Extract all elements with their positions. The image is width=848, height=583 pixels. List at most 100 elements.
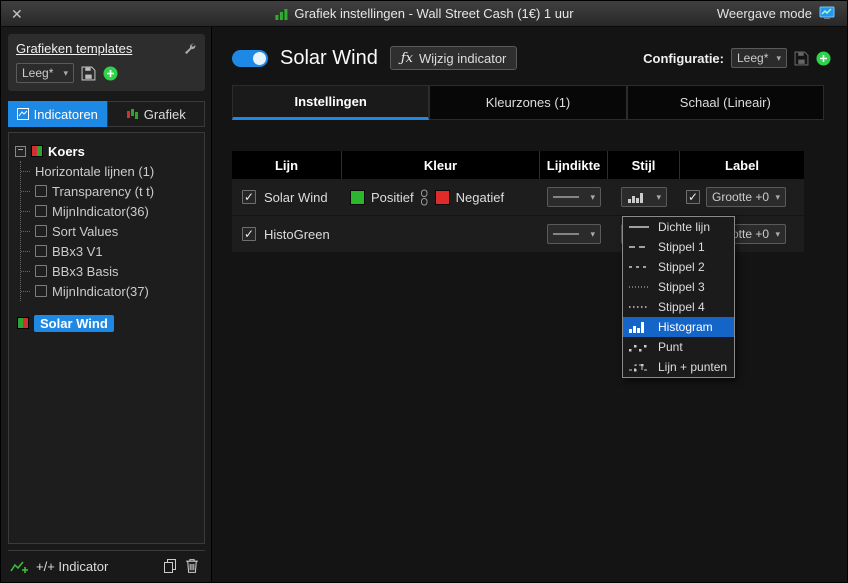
window-title-group: Grafiek instellingen - Wall Street Cash … bbox=[274, 6, 574, 21]
indicator-tree: − Koers Horizontale lijnen (1) Transpare… bbox=[8, 132, 205, 544]
header-lijn: Lijn bbox=[232, 151, 342, 179]
negative-color-swatch[interactable] bbox=[434, 189, 450, 205]
chevron-down-icon: ▾ bbox=[656, 191, 661, 202]
table-header: Lijn Kleur Lijndikte Stijl Label bbox=[232, 151, 804, 179]
tree-children: Horizontale lijnen (1) Transparency (t t… bbox=[20, 161, 198, 301]
trash-icon[interactable] bbox=[185, 558, 199, 574]
line-visible-checkbox[interactable]: ✓ bbox=[242, 227, 256, 241]
tree-item[interactable]: MijnIndicator(37) bbox=[21, 281, 198, 301]
menu-item-histogram[interactable]: Histogram bbox=[623, 317, 734, 337]
menu-item-dichte-lijn[interactable]: Dichte lijn bbox=[623, 217, 734, 237]
tree-item[interactable]: BBx3 Basis bbox=[21, 261, 198, 281]
tree-item-koers[interactable]: − Koers bbox=[15, 141, 198, 161]
chevron-down-icon: ▾ bbox=[776, 52, 781, 63]
dot2-line-icon bbox=[628, 303, 652, 311]
line-points-icon bbox=[628, 362, 652, 372]
header-lijndikte: Lijndikte bbox=[540, 151, 608, 179]
copy-icon[interactable] bbox=[163, 558, 178, 574]
checkbox[interactable] bbox=[35, 285, 47, 297]
add-indicator-label[interactable]: +/+ Indicator bbox=[36, 559, 108, 574]
add-template-icon[interactable] bbox=[103, 66, 118, 81]
configuration-group: Configuratie: Leeg* ▾ bbox=[643, 48, 831, 68]
configuration-select[interactable]: Leeg* ▾ bbox=[731, 48, 787, 68]
checkbox[interactable] bbox=[35, 205, 47, 217]
menu-item-stippel-4[interactable]: Stippel 4 bbox=[623, 297, 734, 317]
titlebar: ✕ Grafiek instellingen - Wall Street Cas… bbox=[1, 1, 847, 27]
histogram-icon bbox=[628, 192, 643, 203]
label-size-select[interactable]: Grootte +0 ▾ bbox=[706, 187, 786, 207]
checkbox[interactable] bbox=[35, 225, 47, 237]
checkbox[interactable] bbox=[35, 245, 47, 257]
tab-instellingen[interactable]: Instellingen bbox=[232, 85, 430, 120]
indicator-title: Solar Wind bbox=[280, 46, 378, 69]
histogram-icon bbox=[628, 321, 652, 333]
chevron-down-icon: ▾ bbox=[590, 191, 595, 202]
table-row: ✓ Solar Wind Positief Negatief ▾ ▾ ✓ Gro… bbox=[232, 179, 804, 216]
positive-color-swatch[interactable] bbox=[350, 189, 365, 205]
wrench-icon[interactable] bbox=[183, 42, 197, 56]
close-icon[interactable]: ✕ bbox=[11, 7, 23, 21]
line-width-select[interactable]: ▾ bbox=[547, 224, 601, 244]
tree-item[interactable]: Sort Values bbox=[21, 221, 198, 241]
checkbox[interactable] bbox=[35, 265, 47, 277]
indicator-chart-icon bbox=[16, 108, 29, 120]
points-icon bbox=[628, 342, 652, 352]
tree-item[interactable]: Horizontale lijnen (1) bbox=[21, 161, 198, 181]
chevron-down-icon: ▾ bbox=[63, 67, 68, 78]
line-style-menu: Dichte lijn Stippel 1 Stippel 2 Stippel … bbox=[622, 216, 735, 378]
chart-settings-dialog: ✕ Grafiek instellingen - Wall Street Cas… bbox=[0, 0, 848, 583]
edit-indicator-button[interactable]: ƒx Wijzig indicator bbox=[389, 46, 518, 70]
label-visible-checkbox[interactable]: ✓ bbox=[686, 190, 700, 204]
tree-item[interactable]: BBx3 V1 bbox=[21, 241, 198, 261]
line-visible-checkbox[interactable]: ✓ bbox=[242, 190, 256, 204]
positive-label: Positief bbox=[371, 189, 414, 205]
view-mode-group[interactable]: Weergave mode bbox=[717, 6, 837, 21]
view-mode-label: Weergave mode bbox=[716, 6, 812, 21]
header-label: Label bbox=[725, 157, 759, 173]
save-template-icon[interactable] bbox=[81, 66, 96, 81]
candles-icon bbox=[126, 108, 139, 120]
solar-wind-color-icon bbox=[17, 317, 29, 329]
chart-icon bbox=[274, 8, 288, 20]
tab-schaal[interactable]: Schaal (Lineair) bbox=[626, 85, 824, 120]
monitor-icon bbox=[819, 6, 837, 21]
line-style-select[interactable]: ▾ bbox=[621, 187, 667, 207]
dash-line-icon bbox=[628, 243, 652, 251]
negative-label: Negatief bbox=[455, 189, 505, 205]
line-name: Solar Wind bbox=[264, 189, 328, 205]
tree-item[interactable]: Transparency (t t) bbox=[21, 181, 198, 201]
collapse-icon[interactable]: − bbox=[15, 145, 26, 157]
tree-item-solar-wind[interactable]: Solar Wind bbox=[17, 313, 198, 333]
settings-tabs: Instellingen Kleurzones (1) Schaal (Line… bbox=[232, 85, 824, 120]
tab-kleurzones[interactable]: Kleurzones (1) bbox=[429, 85, 627, 120]
selected-indicator[interactable]: Solar Wind bbox=[34, 314, 114, 332]
menu-item-stippel-2[interactable]: Stippel 2 bbox=[623, 257, 734, 277]
sidebar-footer: +/+ Indicator bbox=[8, 550, 205, 576]
chevron-down-icon: ▾ bbox=[775, 228, 780, 239]
indicator-toggle[interactable] bbox=[232, 49, 268, 67]
tab-grafiek[interactable]: Grafiek bbox=[106, 101, 205, 127]
template-select[interactable]: Leeg* ▾ bbox=[16, 63, 74, 83]
line-width-select[interactable]: ▾ bbox=[547, 187, 601, 207]
menu-item-stippel-3[interactable]: Stippel 3 bbox=[623, 277, 734, 297]
menu-item-stippel-1[interactable]: Stippel 1 bbox=[623, 237, 734, 257]
tab-indicatoren[interactable]: Indicatoren bbox=[8, 101, 107, 127]
menu-item-punt[interactable]: Punt bbox=[623, 337, 734, 357]
main-header: Solar Wind ƒx Wijzig indicator Configura… bbox=[232, 43, 831, 73]
templates-title[interactable]: Grafieken templates bbox=[16, 41, 132, 56]
line-sample-icon bbox=[553, 233, 579, 235]
save-config-icon[interactable] bbox=[794, 51, 809, 66]
templates-panel: Grafieken templates Leeg* ▾ bbox=[8, 34, 205, 91]
menu-item-lijn-punten[interactable]: Lijn + punten bbox=[623, 357, 734, 377]
header-stijl: Stijl bbox=[608, 151, 680, 179]
window-title: Grafiek instellingen - Wall Street Cash … bbox=[294, 6, 574, 21]
checkbox[interactable] bbox=[35, 185, 47, 197]
koers-color-icon bbox=[31, 145, 43, 157]
add-indicator-icon[interactable] bbox=[10, 559, 29, 574]
fx-icon: ƒx bbox=[400, 50, 413, 66]
sidebar: Grafieken templates Leeg* ▾ Indicatoren … bbox=[1, 27, 212, 582]
add-config-icon[interactable] bbox=[816, 51, 831, 66]
link-colors-icon[interactable] bbox=[420, 189, 429, 206]
tree-item[interactable]: MijnIndicator(36) bbox=[21, 201, 198, 221]
line-sample-icon bbox=[553, 196, 579, 198]
